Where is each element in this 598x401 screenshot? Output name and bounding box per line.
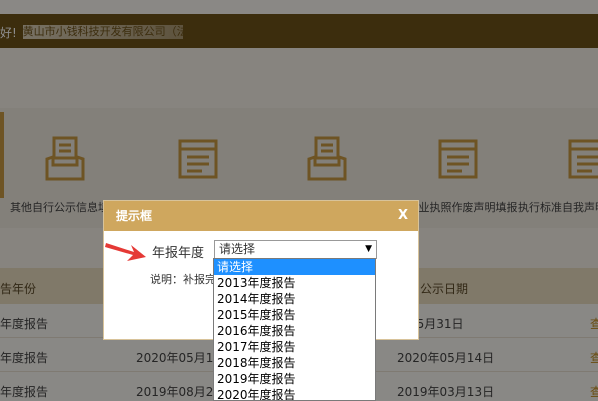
- dropdown-option[interactable]: 2020年度报告: [214, 387, 375, 400]
- dropdown-option[interactable]: 2015年度报告: [214, 307, 375, 323]
- dropdown-option[interactable]: 2016年度报告: [214, 323, 375, 339]
- report-year-label: 年报年度: [152, 246, 205, 261]
- dialog-title: 提示框: [116, 209, 153, 223]
- report-year-options[interactable]: 请选择 2013年度报告 2014年度报告 2015年度报告 2016年度报告 2017年…: [213, 258, 376, 401]
- dialog-note: 说明：补报完: [150, 273, 216, 286]
- select-value: 请选择: [219, 242, 256, 256]
- dropdown-option[interactable]: 2018年度报告: [214, 355, 375, 371]
- dropdown-option[interactable]: 2017年度报告: [214, 339, 375, 355]
- dialog-header: 提示框 X: [104, 201, 418, 231]
- dropdown-option[interactable]: 请选择: [214, 259, 375, 275]
- report-year-select[interactable]: 请选择 ▼: [214, 240, 377, 259]
- dropdown-arrow-icon: ▼: [365, 244, 372, 254]
- pointer-arrow-icon: [105, 243, 146, 261]
- close-button[interactable]: X: [398, 201, 408, 231]
- dropdown-option[interactable]: 2014年度报告: [214, 291, 375, 307]
- dropdown-option[interactable]: 2013年度报告: [214, 275, 375, 291]
- dropdown-option[interactable]: 2019年度报告: [214, 371, 375, 387]
